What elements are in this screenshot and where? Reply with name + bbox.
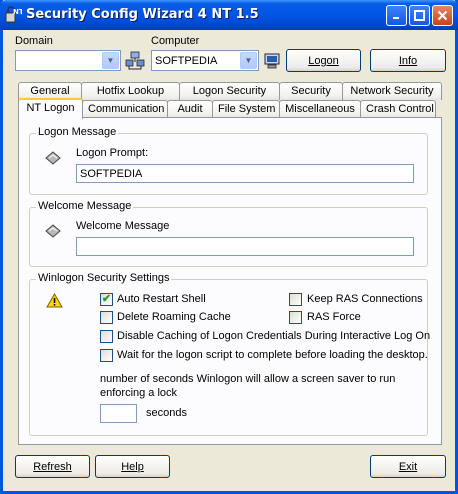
app-icon: NT (5, 6, 22, 23)
tab-audit[interactable]: Audit (167, 100, 213, 118)
info-button-label: Info (398, 54, 418, 67)
logon-prompt-input[interactable]: SOFTPEDIA (76, 164, 414, 183)
tab-network-security[interactable]: Network Security (342, 82, 442, 100)
logon-message-title: Logon Message (36, 126, 119, 138)
logon-button-label: Logon (308, 54, 339, 67)
auto-restart-shell-checkbox[interactable]: ✔ (100, 293, 113, 306)
tab-row-1: General Hotfix Lookup Logon Security Sec… (18, 82, 442, 100)
network-domain-icon[interactable] (124, 50, 146, 72)
minimize-icon (393, 17, 399, 19)
delete-roaming-cache-label: Delete Roaming Cache (117, 311, 231, 323)
window-title: Security Config Wizard 4 NT 1.5 (26, 7, 259, 22)
computer-icon[interactable] (263, 52, 281, 70)
ras-force-checkbox[interactable] (289, 311, 302, 324)
screensaver-description-line1: number of seconds Winlogon will allow a … (100, 373, 396, 385)
title-bar[interactable]: NT Security Config Wizard 4 NT 1.5 (0, 0, 458, 30)
logon-message-group: Logon Message Logon Prompt: SOFTPEDIA (29, 126, 428, 195)
tab-crash-control[interactable]: Crash Control (360, 100, 436, 118)
message-icon (45, 151, 61, 165)
domain-label: Domain (15, 35, 53, 47)
computer-value: SOFTPEDIA (155, 55, 218, 67)
help-button[interactable]: Help (95, 455, 170, 478)
tab-security[interactable]: Security (279, 82, 343, 100)
message-icon (45, 224, 61, 238)
refresh-button[interactable]: Refresh (15, 455, 90, 478)
computer-label: Computer (151, 35, 200, 47)
tab-nt-logon[interactable]: NT Logon (18, 98, 83, 119)
winlogon-settings-title: Winlogon Security Settings (36, 272, 172, 284)
keep-ras-connections-label: Keep RAS Connections (307, 293, 423, 305)
domain-combo[interactable]: ▼ (15, 50, 121, 71)
screensaver-description-line2: enforcing a lock (100, 387, 178, 399)
ras-force-label: RAS Force (307, 311, 361, 323)
chevron-down-icon[interactable]: ▼ (102, 52, 119, 69)
tab-file-system[interactable]: File System (212, 100, 280, 118)
welcome-message-title: Welcome Message (36, 200, 134, 212)
tab-logon-security[interactable]: Logon Security (179, 82, 280, 100)
keep-ras-connections-checkbox[interactable] (289, 293, 302, 306)
welcome-message-label: Welcome Message (76, 220, 170, 232)
exit-button[interactable]: Exit (370, 455, 446, 478)
delete-roaming-cache-checkbox[interactable] (100, 311, 113, 324)
welcome-message-group: Welcome Message Welcome Message (29, 200, 428, 267)
close-button[interactable] (432, 5, 453, 26)
chevron-down-icon[interactable]: ▼ (240, 52, 257, 69)
main-window: NT Security Config Wizard 4 NT 1.5 Domai… (0, 0, 458, 494)
computer-combo[interactable]: SOFTPEDIA ▼ (151, 50, 259, 71)
logon-button[interactable]: Logon (286, 49, 361, 72)
tab-row-2: NT Logon Communication Audit File System… (18, 98, 436, 119)
logon-prompt-label: Logon Prompt: (76, 147, 149, 159)
refresh-button-label: Refresh (33, 460, 72, 473)
tab-miscellaneous[interactable]: Miscellaneous (279, 100, 361, 118)
maximize-icon (414, 10, 425, 21)
maximize-button[interactable] (409, 5, 430, 26)
minimize-button[interactable] (386, 5, 407, 26)
winlogon-settings-group: Winlogon Security Settings ✔ Auto Restar… (29, 272, 431, 436)
wait-logon-script-checkbox[interactable] (100, 349, 113, 362)
disable-caching-checkbox[interactable] (100, 330, 113, 343)
wait-logon-script-label: Wait for the logon script to complete be… (117, 349, 428, 361)
info-button[interactable]: Info (370, 49, 446, 72)
tab-hotfix-lookup[interactable]: Hotfix Lookup (81, 82, 180, 100)
exit-button-label: Exit (398, 460, 418, 473)
help-button-label: Help (121, 460, 144, 473)
close-icon (437, 10, 448, 21)
seconds-label: seconds (146, 407, 187, 419)
svg-text:NT: NT (13, 8, 22, 16)
auto-restart-shell-label: Auto Restart Shell (117, 293, 206, 305)
tab-communication[interactable]: Communication (82, 100, 168, 118)
nt-logon-panel: Logon Message Logon Prompt: SOFTPEDIA We… (18, 117, 442, 445)
disable-caching-label: Disable Caching of Logon Credentials Dur… (117, 330, 431, 342)
welcome-message-input[interactable] (76, 237, 414, 256)
screensaver-seconds-input[interactable] (100, 404, 137, 423)
warning-icon (46, 293, 63, 308)
